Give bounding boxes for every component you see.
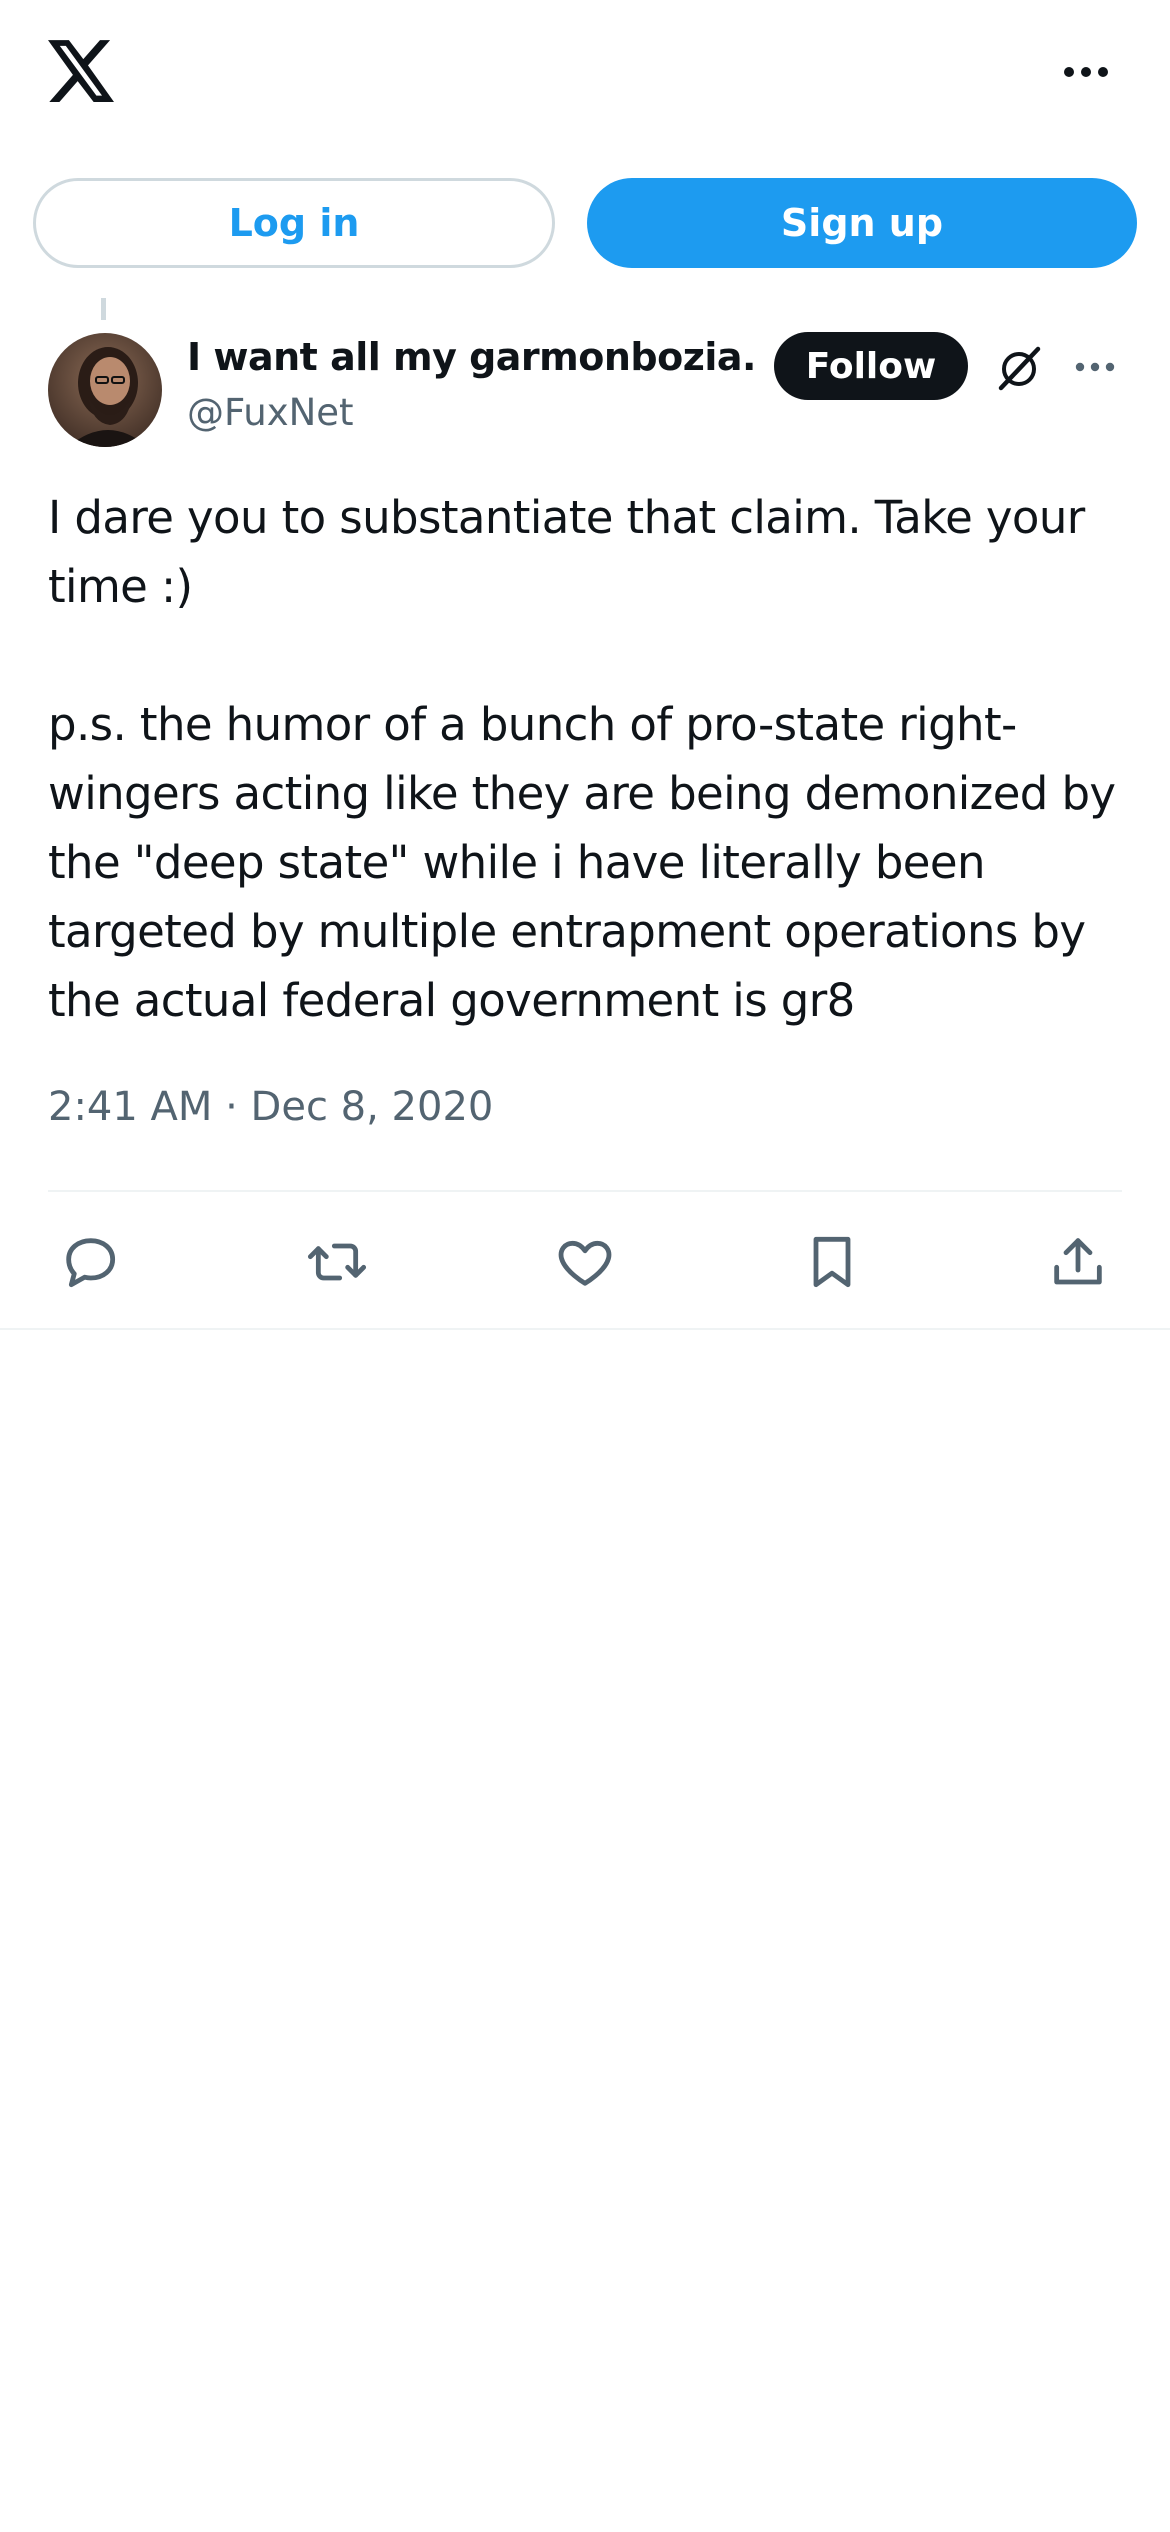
tweet-timestamp[interactable]: 2:41 AM · Dec 8, 2020 (48, 1084, 493, 1130)
auth-buttons: Log in Sign up (0, 178, 1170, 270)
follow-button[interactable]: Follow (774, 332, 968, 400)
avatar[interactable] (48, 333, 162, 447)
tweet-header: I want all my garmonbozia. @FuxNet Follo… (0, 325, 1170, 455)
author-handle[interactable]: @FuxNet (187, 391, 354, 434)
divider (0, 1328, 1170, 1330)
grok-icon[interactable] (994, 343, 1044, 393)
like-icon[interactable] (553, 1230, 617, 1294)
top-bar (0, 0, 1170, 150)
more-horizontal-icon[interactable] (1062, 62, 1110, 82)
more-horizontal-icon[interactable] (1074, 359, 1116, 375)
x-logo-icon[interactable] (48, 40, 114, 102)
signup-button[interactable]: Sign up (587, 178, 1137, 268)
reply-icon[interactable] (58, 1230, 122, 1294)
tweet-text: I dare you to substantiate that claim. T… (48, 491, 1116, 1027)
tweet-action-bar (0, 1210, 1170, 1310)
thread-connector-line (101, 298, 106, 320)
repost-icon[interactable] (305, 1230, 369, 1294)
divider (48, 1190, 1122, 1192)
login-button[interactable]: Log in (33, 178, 555, 268)
author-display-name[interactable]: I want all my garmonbozia. (187, 335, 756, 379)
share-icon[interactable] (1046, 1230, 1110, 1294)
bookmark-icon[interactable] (800, 1230, 864, 1294)
